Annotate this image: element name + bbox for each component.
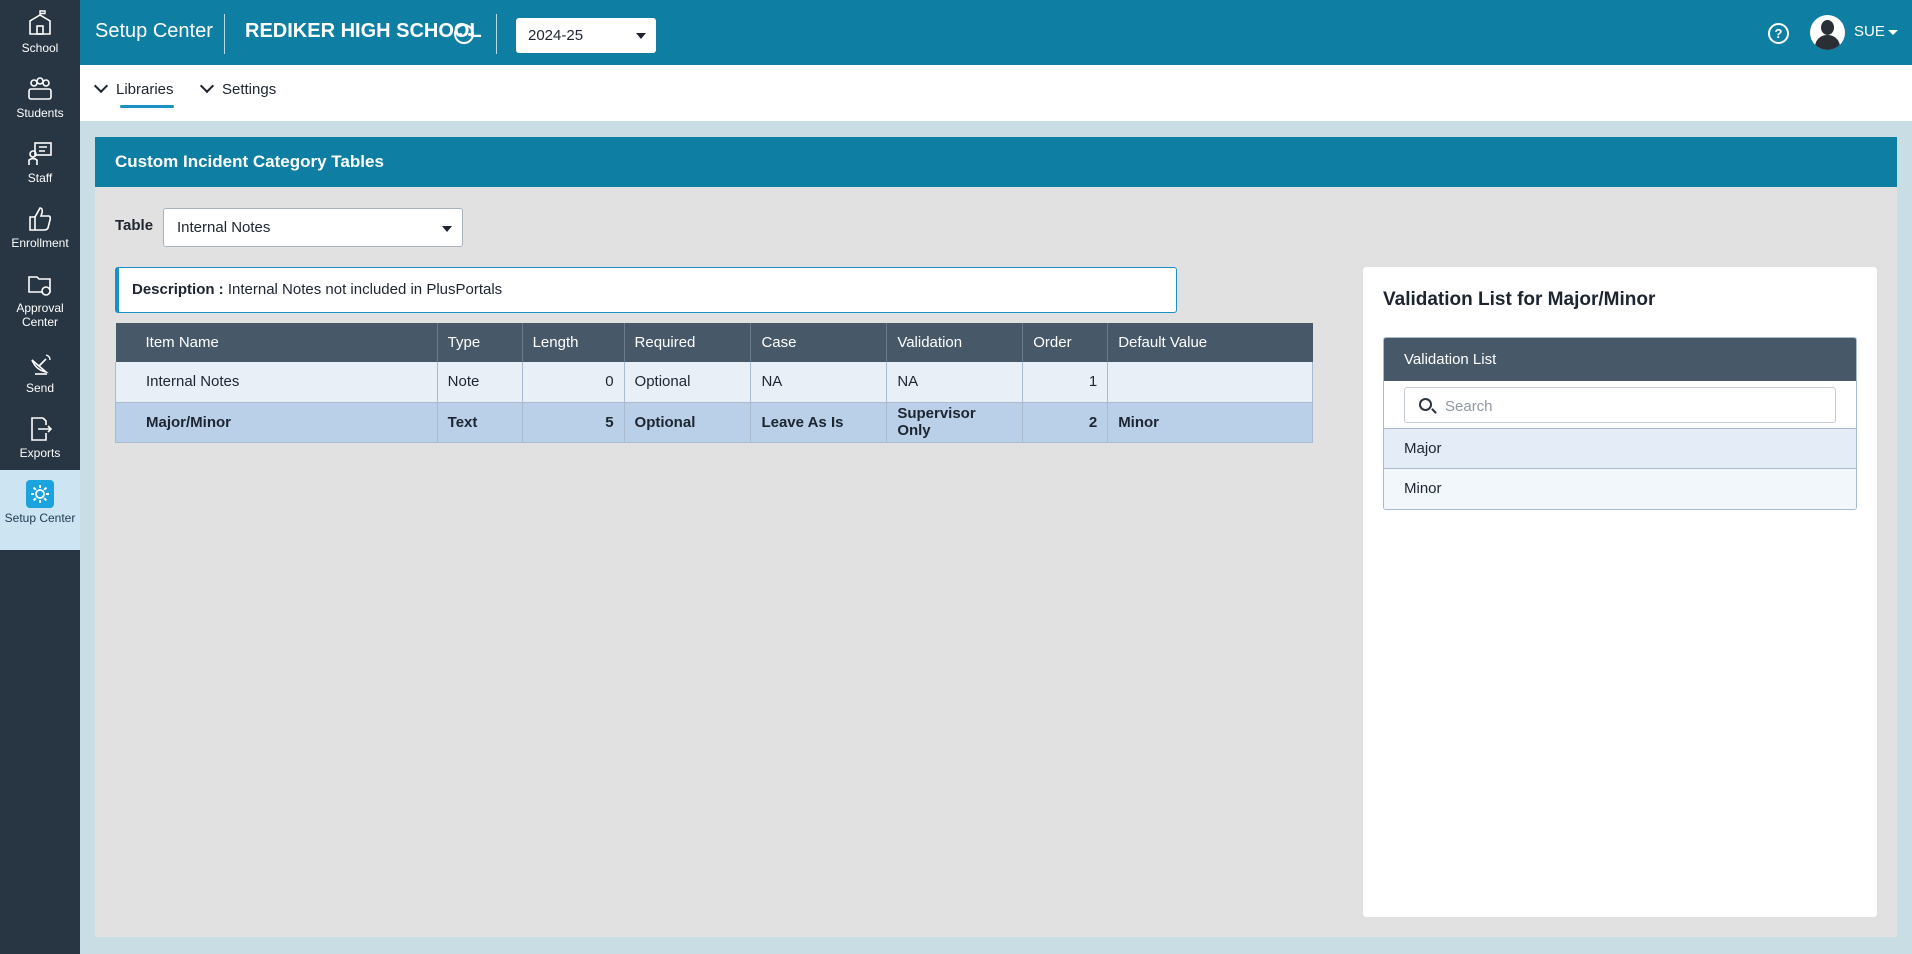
- cell-item-name: Major/Minor: [115, 402, 438, 443]
- rail-label: Approval Center: [16, 301, 64, 329]
- rail-label: Setup Center: [4, 511, 76, 525]
- export-file-icon: [31, 417, 53, 441]
- gear-icon: [26, 480, 54, 508]
- table-select[interactable]: Internal Notes: [163, 208, 463, 247]
- rail-item-approval-center[interactable]: Approval Center: [0, 270, 80, 330]
- cell-case: Leave As Is: [750, 402, 888, 443]
- description-label: Description :: [132, 281, 224, 298]
- divider: [224, 14, 225, 54]
- satellite-dish-icon: [31, 354, 51, 375]
- rail-label: Enrollment: [11, 236, 69, 250]
- subnav-label: Libraries: [116, 81, 174, 98]
- help-icon[interactable]: ?: [1768, 23, 1789, 44]
- column-header[interactable]: Case: [750, 323, 888, 362]
- rail-item-enrollment[interactable]: Enrollment: [0, 205, 80, 250]
- table-row[interactable]: Internal Notes Note 0 Optional NA NA 1: [115, 362, 1313, 403]
- rail-label: School: [21, 41, 59, 55]
- cell-type: Text: [437, 402, 523, 443]
- cell-length: 0: [522, 362, 625, 403]
- more-options-icon[interactable]: [454, 24, 474, 44]
- school-icon: [29, 10, 51, 35]
- cell-default-value: [1107, 362, 1313, 403]
- items-table: Item Name Type Length Required Case Vali…: [115, 323, 1313, 443]
- active-underline: [120, 105, 174, 108]
- table-select-value: Internal Notes: [177, 219, 271, 236]
- rail-label: Staff: [27, 171, 53, 185]
- column-header[interactable]: Order: [1022, 323, 1109, 362]
- students-icon: [28, 77, 52, 100]
- school-name: REDIKER HIGH SCHOOL: [245, 20, 482, 42]
- avatar[interactable]: [1810, 15, 1845, 50]
- school-year-select[interactable]: 2024-25: [516, 18, 656, 53]
- caret-down-icon: [442, 226, 452, 232]
- column-header[interactable]: Item Name: [115, 323, 438, 362]
- validation-title: Validation List for Major/Minor: [1383, 289, 1656, 310]
- user-name[interactable]: SUE: [1854, 23, 1885, 40]
- folder-gear-icon: [28, 276, 51, 296]
- search-input[interactable]: [1445, 395, 1825, 417]
- validation-card: Validation List for Major/Minor Validati…: [1363, 267, 1877, 917]
- top-bar: Setup Center REDIKER HIGH SCHOOL 2024-25…: [80, 0, 1912, 65]
- school-year-value: 2024-25: [528, 27, 584, 44]
- rail-item-students[interactable]: Students: [0, 75, 80, 120]
- left-rail: School Students Staff Enrollment Approva…: [0, 0, 80, 954]
- app-title: Setup Center: [95, 20, 213, 42]
- rail-item-setup-center[interactable]: Setup Center: [0, 470, 80, 550]
- panel-title: Custom Incident Category Tables: [95, 137, 1897, 187]
- validation-list-header: Validation List: [1384, 338, 1856, 381]
- cell-required: Optional: [624, 362, 752, 403]
- validation-item[interactable]: Minor: [1384, 469, 1856, 509]
- rail-label: Exports: [19, 446, 61, 460]
- rail-label: Students: [16, 106, 64, 120]
- thumbs-up-icon: [29, 207, 52, 231]
- column-header[interactable]: Validation: [886, 323, 1024, 362]
- column-header[interactable]: Type: [437, 323, 523, 362]
- subnav-label: Settings: [222, 81, 277, 98]
- table-row-selected[interactable]: Major/Minor Text 5 Optional Leave As Is …: [115, 402, 1313, 443]
- cell-default-value: Minor: [1107, 402, 1313, 443]
- cell-case: NA: [750, 362, 888, 403]
- validation-list: Validation List Major Minor: [1383, 337, 1857, 510]
- rail-item-exports[interactable]: Exports: [0, 415, 80, 460]
- column-header[interactable]: Length: [522, 323, 625, 362]
- chevron-down-icon: [199, 78, 215, 94]
- rail-item-send[interactable]: Send: [0, 350, 80, 395]
- cell-type: Note: [437, 362, 523, 403]
- table-header-row: Item Name Type Length Required Case Vali…: [115, 323, 1313, 362]
- rail-item-staff[interactable]: Staff: [0, 140, 80, 185]
- staff-icon: [28, 142, 52, 165]
- description-box: Description : Internal Notes not include…: [115, 267, 1177, 313]
- cell-validation: Supervisor Only: [886, 402, 1024, 443]
- validation-search: [1404, 387, 1836, 423]
- subnav-settings[interactable]: Settings: [199, 78, 277, 98]
- rail-label: Send: [25, 381, 55, 395]
- description-text: Internal Notes not included in PlusPorta…: [227, 281, 503, 298]
- column-header[interactable]: Default Value: [1107, 323, 1313, 362]
- table-label: Table: [115, 217, 154, 234]
- divider: [496, 14, 497, 54]
- main-panel: Custom Incident Category Tables Table In…: [95, 137, 1897, 937]
- cell-validation: NA: [886, 362, 1024, 403]
- caret-down-icon[interactable]: [1888, 30, 1898, 35]
- cell-order: 1: [1022, 362, 1109, 403]
- chevron-down-icon: [93, 78, 109, 94]
- column-header[interactable]: Required: [624, 323, 752, 362]
- cell-length: 5: [522, 402, 625, 443]
- validation-search-wrap: [1384, 381, 1856, 429]
- cell-order: 2: [1022, 402, 1109, 443]
- validation-item[interactable]: Major: [1384, 429, 1856, 469]
- caret-down-icon: [636, 33, 646, 39]
- rail-item-school[interactable]: School: [0, 10, 80, 55]
- cell-required: Optional: [624, 402, 752, 443]
- search-icon: [1419, 398, 1432, 411]
- sub-nav: Libraries Settings: [80, 65, 1912, 121]
- subnav-libraries[interactable]: Libraries: [93, 78, 174, 108]
- cell-item-name: Internal Notes: [115, 362, 438, 403]
